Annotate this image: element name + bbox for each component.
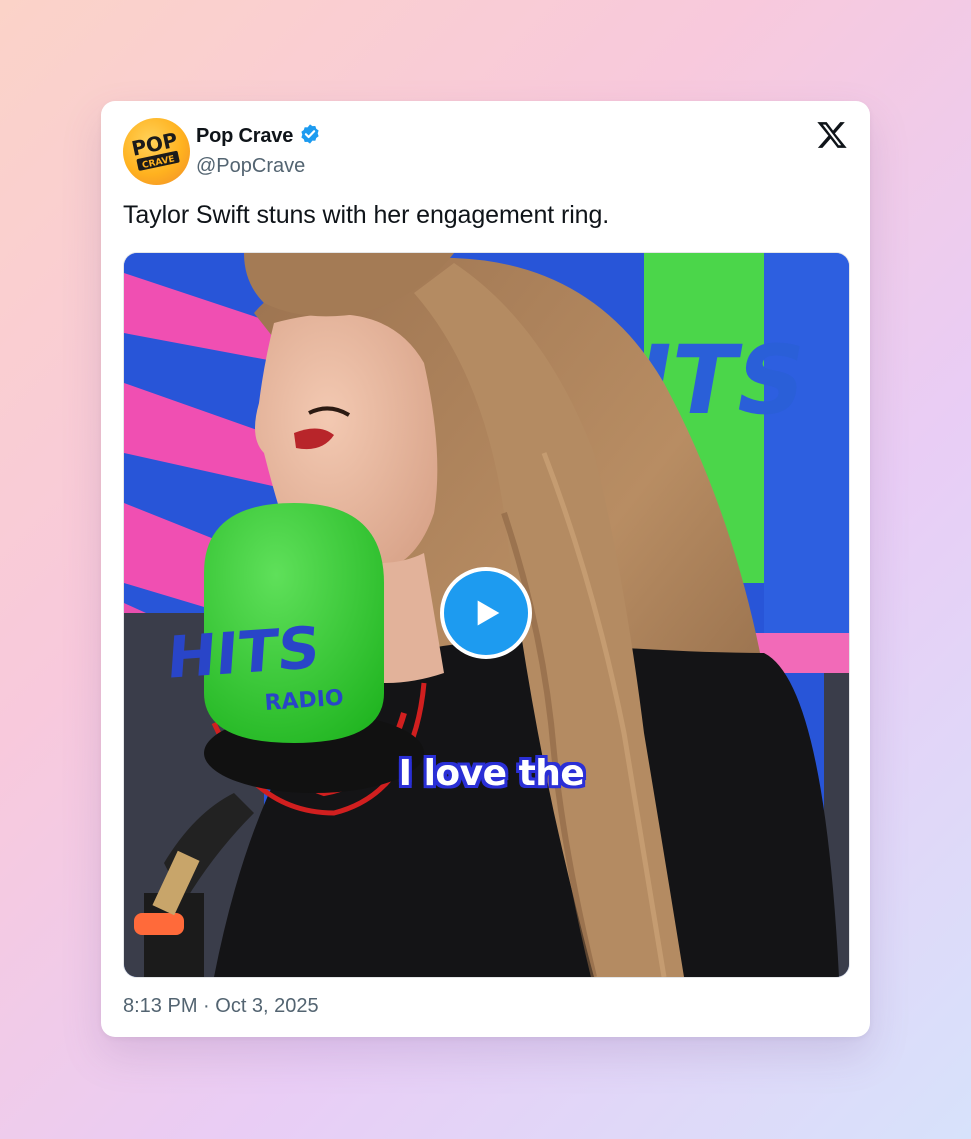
verified-badge-icon (299, 123, 321, 150)
tweet-timestamp[interactable]: 8:13 PM · Oct 3, 2025 (123, 995, 319, 1018)
display-name[interactable]: Pop Crave (196, 125, 293, 148)
tweet-card: POP CRAVE Pop Crave @PopCrave Taylor Swi… (101, 101, 870, 1037)
author-name-row: Pop Crave (196, 123, 321, 150)
mic-label-top: HITS (165, 614, 322, 692)
tweet-text: Taylor Swift stuns with her engagement r… (123, 201, 610, 229)
video-caption: I love the (398, 753, 585, 794)
avatar[interactable]: POP CRAVE (123, 118, 190, 185)
x-logo-icon[interactable] (816, 119, 848, 151)
video-player[interactable]: ITS HITS RADIO I love the (123, 252, 850, 978)
author-handle[interactable]: @PopCrave (196, 155, 305, 178)
play-button[interactable] (440, 567, 532, 659)
play-icon (477, 600, 500, 626)
